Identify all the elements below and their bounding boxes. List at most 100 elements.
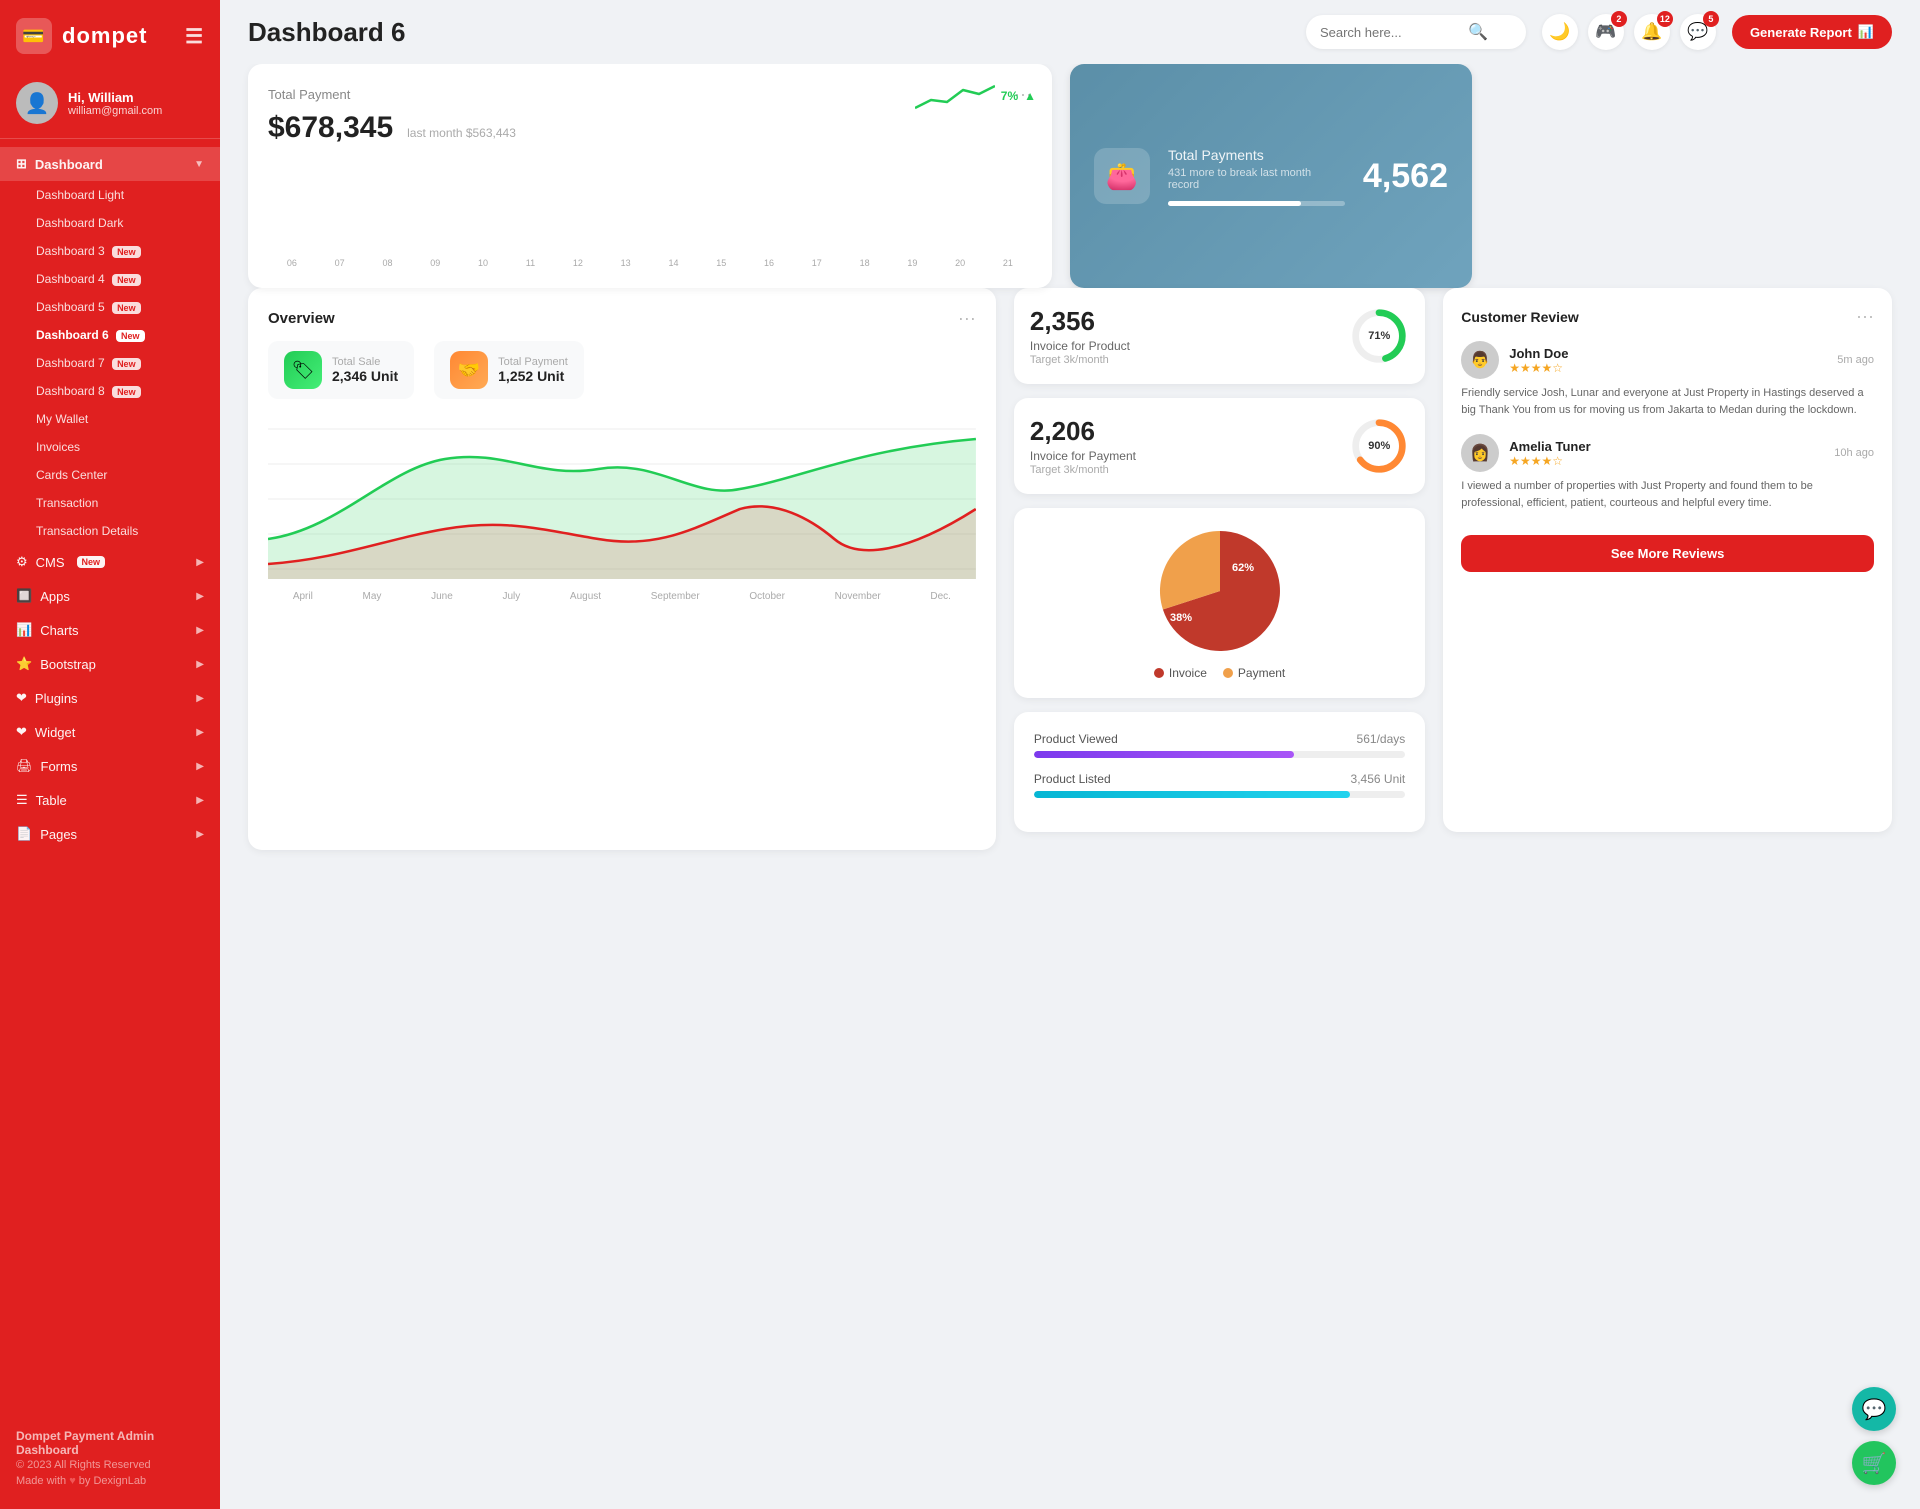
- sidebar-item-widget[interactable]: ❤Widget ▶: [0, 715, 220, 749]
- blue-card-number: 4,562: [1363, 157, 1448, 196]
- footer-brand: Dompet Payment Admin Dashboard: [16, 1429, 204, 1457]
- customer-review-card: Customer Review ··· 👨 John Doe ★★★★☆ 5m …: [1443, 288, 1892, 832]
- cart-float-button[interactable]: 🛒: [1852, 1441, 1896, 1485]
- total-payment-val: 1,252 Unit: [498, 368, 568, 384]
- header: Dashboard 6 🔍 🌙 🎮 2 🔔 12 💬 5 Generate Re…: [220, 0, 1920, 64]
- pie-legend: Invoice Payment: [1032, 666, 1407, 680]
- overview-chart: [268, 409, 976, 589]
- blue-card-info: Total Payments 431 more to break last mo…: [1168, 147, 1345, 206]
- header-icons: 🌙 🎮 2 🔔 12 💬 5: [1542, 14, 1716, 50]
- sidebar-item-dashboard-3[interactable]: Dashboard 3 New: [20, 237, 220, 265]
- forms-icon: 🖨: [16, 758, 33, 774]
- sidebar-footer: Dompet Payment Admin Dashboard © 2023 Al…: [0, 1415, 220, 1489]
- page-title: Dashboard 6: [248, 17, 1290, 48]
- sale-icon: 🏷: [284, 351, 322, 389]
- total-payment-card: Total Payment ··· $678,345 last month $5…: [248, 64, 1052, 288]
- sidebar-item-forms[interactable]: 🖨Forms ▶: [0, 749, 220, 783]
- product-listed-val: 3,456 Unit: [1351, 772, 1406, 786]
- top-row: Total Payment ··· $678,345 last month $5…: [248, 64, 1892, 288]
- sidebar-item-apps[interactable]: 🔲Apps ▶: [0, 579, 220, 613]
- overview-card: Overview ··· 🏷 Total Sale 2,346 Unit 🤝: [248, 288, 996, 850]
- sidebar-item-cards-center[interactable]: Cards Center: [20, 461, 220, 489]
- sidebar-item-dashboard-5[interactable]: Dashboard 5 New: [20, 293, 220, 321]
- dashboard-submenu: Dashboard Light Dashboard Dark Dashboard…: [0, 181, 220, 545]
- user-email: william@gmail.com: [68, 105, 162, 117]
- notifications-button[interactable]: 🔔 12: [1634, 14, 1670, 50]
- sidebar-item-table[interactable]: ☰Table ▶: [0, 783, 220, 817]
- messages-button[interactable]: 💬 5: [1680, 14, 1716, 50]
- donut-label-payment: 90%: [1368, 440, 1390, 452]
- blue-card-title: Total Payments: [1168, 147, 1345, 163]
- review-text-0: Friendly service Josh, Lunar and everyon…: [1461, 385, 1874, 418]
- invoice-payment-target: Target 3k/month: [1030, 464, 1136, 476]
- svg-text:62%: 62%: [1232, 562, 1254, 574]
- logo-text: dompet: [62, 23, 147, 49]
- sidebar-item-dashboard-light[interactable]: Dashboard Light: [20, 181, 220, 209]
- review-title: Customer Review: [1461, 309, 1578, 325]
- total-sale-val: 2,346 Unit: [332, 368, 398, 384]
- trend-pct: 7%: [1001, 89, 1018, 103]
- theme-toggle-button[interactable]: 🌙: [1542, 14, 1578, 50]
- sidebar-item-cms[interactable]: ⚙CMS New ▶: [0, 545, 220, 579]
- sidebar-item-bootstrap[interactable]: ⭐Bootstrap ▶: [0, 647, 220, 681]
- review-item-1: 👩 Amelia Tuner ★★★★☆ 10h ago I viewed a …: [1461, 434, 1874, 511]
- product-stats-card: Product Viewed 561/days Product Listed 3…: [1014, 712, 1425, 832]
- sidebar-item-dashboard-8[interactable]: Dashboard 8 New: [20, 377, 220, 405]
- review-time-1: 10h ago: [1834, 447, 1874, 459]
- trend-arrow: ▲: [1024, 89, 1036, 103]
- review-stars-1: ★★★★☆: [1509, 454, 1590, 468]
- blue-card-progress: [1168, 201, 1345, 206]
- dashboard-icon: ⊞: [16, 156, 27, 172]
- apps-icon: 🔲: [16, 588, 32, 604]
- total-sale-label: Total Sale: [332, 356, 398, 368]
- progress-fill: [1168, 201, 1301, 206]
- review-avatar-0: 👨: [1461, 341, 1499, 379]
- sidebar-item-dashboard[interactable]: ⊞ Dashboard ▼: [0, 147, 220, 181]
- widget-icon: ❤: [16, 724, 27, 740]
- sidebar-item-plugins[interactable]: ❤Plugins ▶: [0, 681, 220, 715]
- sidebar-item-my-wallet[interactable]: My Wallet: [20, 405, 220, 433]
- legend-payment: Payment: [1223, 666, 1285, 680]
- pie-chart-card: 62% 38% Invoice Payment: [1014, 508, 1425, 698]
- plugins-icon: ❤: [16, 690, 27, 706]
- sidebar-item-pages[interactable]: 📄Pages ▶: [0, 817, 220, 851]
- sidebar-item-dashboard-4[interactable]: Dashboard 4 New: [20, 265, 220, 293]
- footer-made: Made with ♥ by DexignLab: [16, 1475, 204, 1487]
- table-icon: ☰: [16, 792, 28, 808]
- review-menu[interactable]: ···: [1856, 306, 1874, 327]
- hamburger-icon[interactable]: ☰: [185, 24, 204, 49]
- sidebar-item-charts[interactable]: 📊Charts ▶: [0, 613, 220, 647]
- generate-report-button[interactable]: Generate Report 📊: [1732, 15, 1892, 49]
- sidebar-item-transaction[interactable]: Transaction: [20, 489, 220, 517]
- dashboard-content: Total Payment ··· $678,345 last month $5…: [220, 64, 1920, 1509]
- pie-chart-svg: 62% 38%: [1145, 526, 1295, 656]
- search-bar[interactable]: 🔍: [1306, 15, 1526, 49]
- dashboard-arrow: ▼: [194, 159, 204, 170]
- total-payment-label: Total Payment: [498, 356, 568, 368]
- sidebar-item-transaction-details[interactable]: Transaction Details: [20, 517, 220, 545]
- invoice-payment-donut: 90%: [1349, 416, 1409, 476]
- trend-sparkline: [915, 80, 995, 112]
- pages-icon: 📄: [16, 826, 32, 842]
- review-time-0: 5m ago: [1837, 354, 1874, 366]
- sidebar-menu: ⊞ Dashboard ▼ Dashboard Light Dashboard …: [0, 139, 220, 1415]
- apps-button[interactable]: 🎮 2: [1588, 14, 1624, 50]
- charts-icon: 📊: [16, 622, 32, 638]
- product-listed-fill: [1034, 791, 1350, 798]
- invoice-payment-card: 2,206 Invoice for Payment Target 3k/mont…: [1014, 398, 1425, 494]
- sidebar-item-dashboard-dark[interactable]: Dashboard Dark: [20, 209, 220, 237]
- chat-float-button[interactable]: 💬: [1852, 1387, 1896, 1431]
- sidebar-item-invoices[interactable]: Invoices: [20, 433, 220, 461]
- search-input[interactable]: [1320, 25, 1460, 40]
- cms-icon: ⚙: [16, 554, 28, 570]
- invoice-product-num: 2,356: [1030, 306, 1130, 337]
- main-area: Dashboard 6 🔍 🌙 🎮 2 🔔 12 💬 5 Generate Re…: [220, 0, 1920, 1509]
- sidebar-item-dashboard-6[interactable]: Dashboard 6 New: [20, 321, 220, 349]
- see-more-reviews-button[interactable]: See More Reviews: [1461, 535, 1874, 572]
- review-name-1: Amelia Tuner: [1509, 439, 1590, 454]
- total-sale-box: 🏷 Total Sale 2,346 Unit: [268, 341, 414, 399]
- overview-menu[interactable]: ···: [958, 308, 976, 329]
- sidebar-item-dashboard-7[interactable]: Dashboard 7 New: [20, 349, 220, 377]
- legend-invoice: Invoice: [1154, 666, 1207, 680]
- product-viewed-val: 561/days: [1357, 732, 1406, 746]
